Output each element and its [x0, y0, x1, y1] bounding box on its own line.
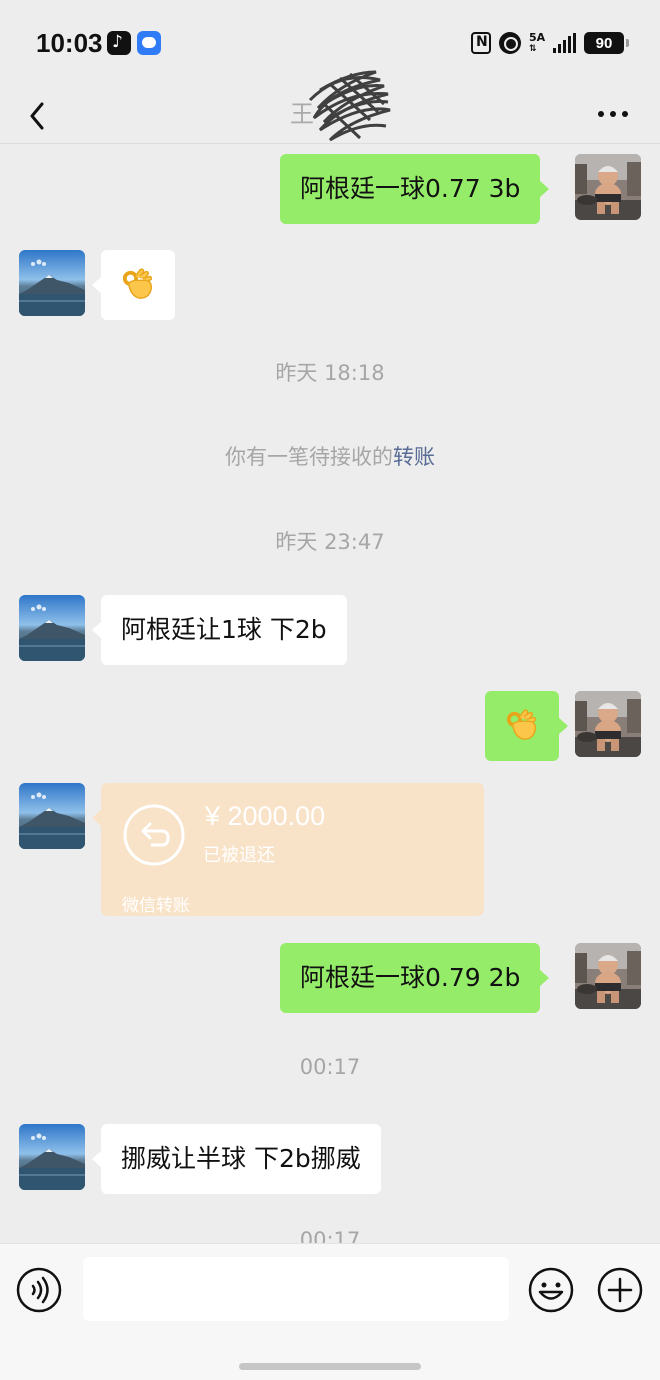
- tiktok-icon: [107, 31, 131, 55]
- alarm-icon: [499, 32, 521, 54]
- redaction-scribble: [308, 70, 391, 142]
- incoming-emoji-message[interactable]: [92, 250, 175, 320]
- transfer-card[interactable]: ¥ 2000.00 已被退还 微信转账: [92, 783, 484, 916]
- message-app-icon: [137, 31, 161, 55]
- return-arrow-icon: [123, 804, 185, 866]
- outgoing-message[interactable]: 阿根廷一球0.79 2b: [280, 943, 550, 1013]
- message-input[interactable]: [83, 1257, 509, 1321]
- transfer-footer: 微信转账: [122, 896, 190, 916]
- transfer-link[interactable]: 转账: [393, 445, 435, 469]
- timestamp: 00:17: [299, 1228, 361, 1243]
- timestamp: 昨天 23:47: [275, 530, 385, 554]
- ok-hand-icon: [121, 268, 155, 302]
- network-type-icon: 5A ⇅: [529, 31, 546, 54]
- outgoing-message[interactable]: 阿根廷一球0.77 3b: [280, 154, 550, 224]
- incoming-message[interactable]: 挪威让半球 下2b挪威: [92, 1124, 381, 1194]
- transfer-amount: ¥ 2000.00: [205, 801, 326, 831]
- nfc-icon: [471, 32, 491, 54]
- my-avatar[interactable]: [575, 154, 641, 220]
- message-list[interactable]: 阿根廷一球0.77 3b 昨天 18:18 你有一笔待接收的转账 昨天 23:4…: [0, 145, 660, 1243]
- more-icon[interactable]: [598, 102, 634, 126]
- ok-hand-icon: [505, 709, 539, 743]
- contact-avatar[interactable]: [19, 783, 85, 849]
- chevron-left-icon[interactable]: [22, 94, 58, 134]
- chat-header: 王: [0, 70, 660, 144]
- transfer-notice: 你有一笔待接收的转账: [0, 441, 660, 471]
- battery-icon: 90: [584, 32, 629, 54]
- timestamp: 00:17: [299, 1055, 361, 1079]
- my-avatar[interactable]: [575, 691, 641, 757]
- contact-avatar[interactable]: [19, 1124, 85, 1190]
- outgoing-emoji-message[interactable]: [485, 691, 568, 761]
- incoming-message[interactable]: 阿根廷让1球 下2b: [92, 595, 347, 665]
- signal-icon: [553, 33, 576, 53]
- home-indicator[interactable]: [239, 1363, 421, 1370]
- timestamp: 昨天 18:18: [275, 361, 385, 385]
- emoji-icon[interactable]: [528, 1267, 574, 1313]
- contact-avatar[interactable]: [19, 250, 85, 316]
- transfer-status: 已被退还: [203, 845, 275, 866]
- status-indicators: 5A ⇅ 90: [471, 30, 629, 56]
- notice-text: 你有一笔待接收的: [225, 445, 393, 469]
- contact-avatar[interactable]: [19, 595, 85, 661]
- input-bar: [0, 1243, 660, 1380]
- my-avatar[interactable]: [575, 943, 641, 1009]
- status-time: 10:03: [36, 28, 103, 58]
- plus-icon[interactable]: [597, 1267, 643, 1313]
- voice-icon[interactable]: [16, 1267, 62, 1313]
